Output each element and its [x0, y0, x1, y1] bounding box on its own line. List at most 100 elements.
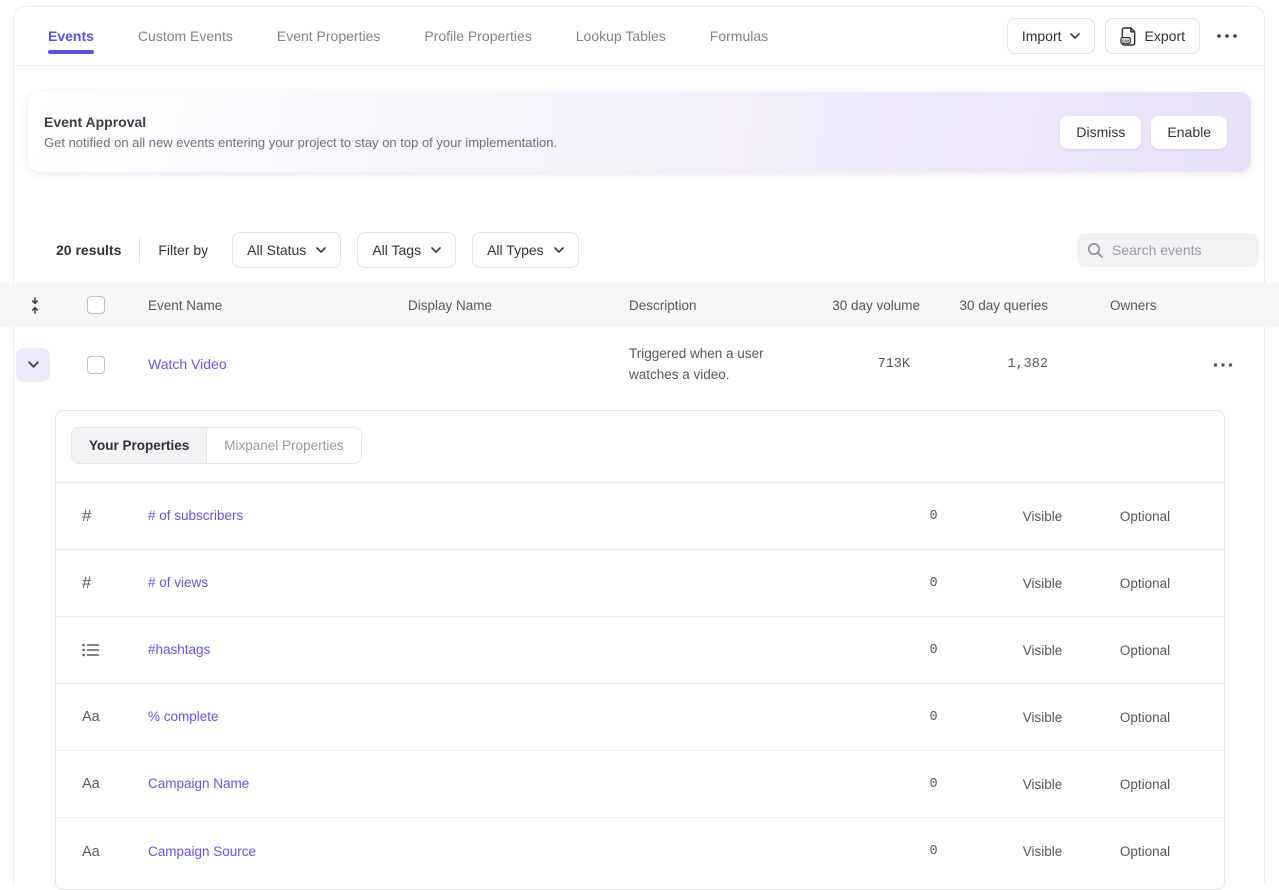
column-header-owners: Owners	[1060, 298, 1279, 313]
property-requirement: Optional	[1094, 844, 1196, 859]
column-header-volume: 30 day volume	[810, 298, 920, 313]
properties-tab-group: Your Properties Mixpanel Properties	[71, 427, 362, 464]
import-label: Import	[1022, 28, 1062, 44]
tab-event-properties-label: Event Properties	[277, 28, 381, 44]
status-filter-dropdown[interactable]: All Status	[232, 232, 341, 268]
text-type-icon: Aa	[82, 776, 100, 792]
ellipsis-icon	[1213, 363, 1233, 367]
number-type-icon: #	[82, 573, 91, 593]
property-count: 0	[876, 576, 991, 591]
types-filter-label: All Types	[487, 242, 544, 258]
property-row: Aa % complete 0 Visible Optional	[56, 684, 1224, 751]
number-type-icon: #	[82, 506, 91, 526]
filter-by-label: Filter by	[158, 242, 208, 258]
svg-text:csv: csv	[1121, 38, 1129, 43]
more-options-button[interactable]	[1210, 18, 1244, 54]
event-name-link[interactable]: Watch Video	[148, 356, 227, 372]
import-button[interactable]: Import	[1007, 18, 1095, 54]
property-name-link[interactable]: % complete	[148, 709, 219, 724]
event-row-watch-video: Watch Video Triggered when a user watche…	[0, 327, 1279, 402]
tab-event-properties[interactable]: Event Properties	[277, 7, 381, 65]
tab-lookup-tables[interactable]: Lookup Tables	[576, 7, 666, 65]
property-visibility: Visible	[991, 643, 1094, 658]
ellipsis-icon	[1216, 34, 1238, 38]
tab-your-properties[interactable]: Your Properties	[72, 428, 207, 463]
export-button[interactable]: csv Export	[1105, 18, 1200, 54]
property-name-link[interactable]: Campaign Name	[148, 776, 249, 791]
tags-filter-label: All Tags	[372, 242, 421, 258]
property-visibility: Visible	[991, 710, 1094, 725]
csv-file-icon: csv	[1120, 27, 1137, 46]
active-tab-underline	[48, 50, 94, 54]
event-volume: 713K	[810, 357, 920, 372]
property-requirement: Optional	[1094, 643, 1196, 658]
property-visibility: Visible	[991, 777, 1094, 792]
tab-custom-events[interactable]: Custom Events	[138, 7, 233, 65]
property-row: Aa Campaign Source 0 Visible Optional	[56, 818, 1224, 885]
results-count: 20 results	[56, 242, 121, 258]
tags-filter-dropdown[interactable]: All Tags	[357, 232, 456, 268]
column-header-queries: 30 day queries	[920, 298, 1060, 313]
collapse-row-button[interactable]	[16, 348, 50, 382]
banner-description: Get notified on all new events entering …	[44, 135, 557, 150]
status-filter-label: All Status	[247, 242, 306, 258]
event-properties-panel: Your Properties Mixpanel Properties # # …	[55, 410, 1225, 890]
property-count: 0	[876, 710, 991, 725]
banner-text: Event Approval Get notified on all new e…	[44, 114, 557, 150]
property-name-link[interactable]: # of views	[148, 575, 208, 590]
property-row: # # of subscribers 0 Visible Optional	[56, 483, 1224, 550]
event-queries: 1,382	[920, 357, 1060, 372]
property-name-link[interactable]: #hashtags	[148, 642, 210, 657]
top-navigation: Events Custom Events Event Properties Pr…	[14, 7, 1264, 66]
events-table-header: Event Name Display Name Description 30 d…	[0, 283, 1279, 327]
select-all-checkbox[interactable]	[87, 296, 105, 314]
chevron-down-icon	[554, 247, 564, 253]
banner-title: Event Approval	[44, 114, 557, 130]
properties-tabs-row: Your Properties Mixpanel Properties	[56, 411, 1224, 483]
text-type-icon: Aa	[82, 709, 100, 725]
property-count: 0	[876, 643, 991, 658]
property-requirement: Optional	[1094, 777, 1196, 792]
property-requirement: Optional	[1094, 710, 1196, 725]
export-label: Export	[1145, 28, 1185, 44]
search-icon	[1087, 242, 1104, 259]
property-requirement: Optional	[1094, 509, 1196, 524]
row-more-options-button[interactable]	[1207, 353, 1239, 377]
nav-actions: Import csv Export	[1007, 18, 1244, 54]
column-header-display-name: Display Name	[390, 298, 611, 313]
column-header-description: Description	[611, 298, 810, 313]
property-name-link[interactable]: # of subscribers	[148, 508, 243, 523]
chevron-down-icon	[28, 361, 39, 368]
tab-profile-properties-label: Profile Properties	[424, 28, 531, 44]
list-type-icon	[82, 643, 100, 657]
property-row: #hashtags 0 Visible Optional	[56, 617, 1224, 684]
chevron-down-icon	[1070, 33, 1080, 39]
chevron-down-icon	[431, 247, 441, 253]
property-visibility: Visible	[991, 509, 1094, 524]
enable-button[interactable]: Enable	[1151, 116, 1227, 149]
tab-events[interactable]: Events	[48, 7, 94, 65]
search-input[interactable]	[1112, 242, 1249, 258]
property-row: Aa Campaign Name 0 Visible Optional	[56, 751, 1224, 818]
chevron-down-icon	[316, 247, 326, 253]
nav-tabs: Events Custom Events Event Properties Pr…	[48, 7, 768, 65]
property-visibility: Visible	[991, 576, 1094, 591]
property-row: # # of views 0 Visible Optional	[56, 550, 1224, 617]
property-count: 0	[876, 509, 991, 524]
tab-formulas[interactable]: Formulas	[710, 7, 768, 65]
tab-profile-properties[interactable]: Profile Properties	[424, 7, 531, 65]
collapse-all-icon[interactable]	[28, 297, 42, 314]
tab-lookup-tables-label: Lookup Tables	[576, 28, 666, 44]
tab-events-label: Events	[48, 28, 94, 44]
tab-mixpanel-properties[interactable]: Mixpanel Properties	[207, 428, 360, 463]
property-count: 0	[876, 777, 991, 792]
types-filter-dropdown[interactable]: All Types	[472, 232, 579, 268]
filter-bar: 20 results Filter by All Status All Tags…	[0, 230, 1279, 270]
property-name-link[interactable]: Campaign Source	[148, 844, 256, 859]
tab-formulas-label: Formulas	[710, 28, 768, 44]
event-approval-banner: Event Approval Get notified on all new e…	[28, 92, 1251, 172]
row-checkbox[interactable]	[87, 356, 105, 374]
column-header-event-name: Event Name	[130, 298, 390, 313]
dismiss-button[interactable]: Dismiss	[1060, 116, 1141, 149]
tab-custom-events-label: Custom Events	[138, 28, 233, 44]
